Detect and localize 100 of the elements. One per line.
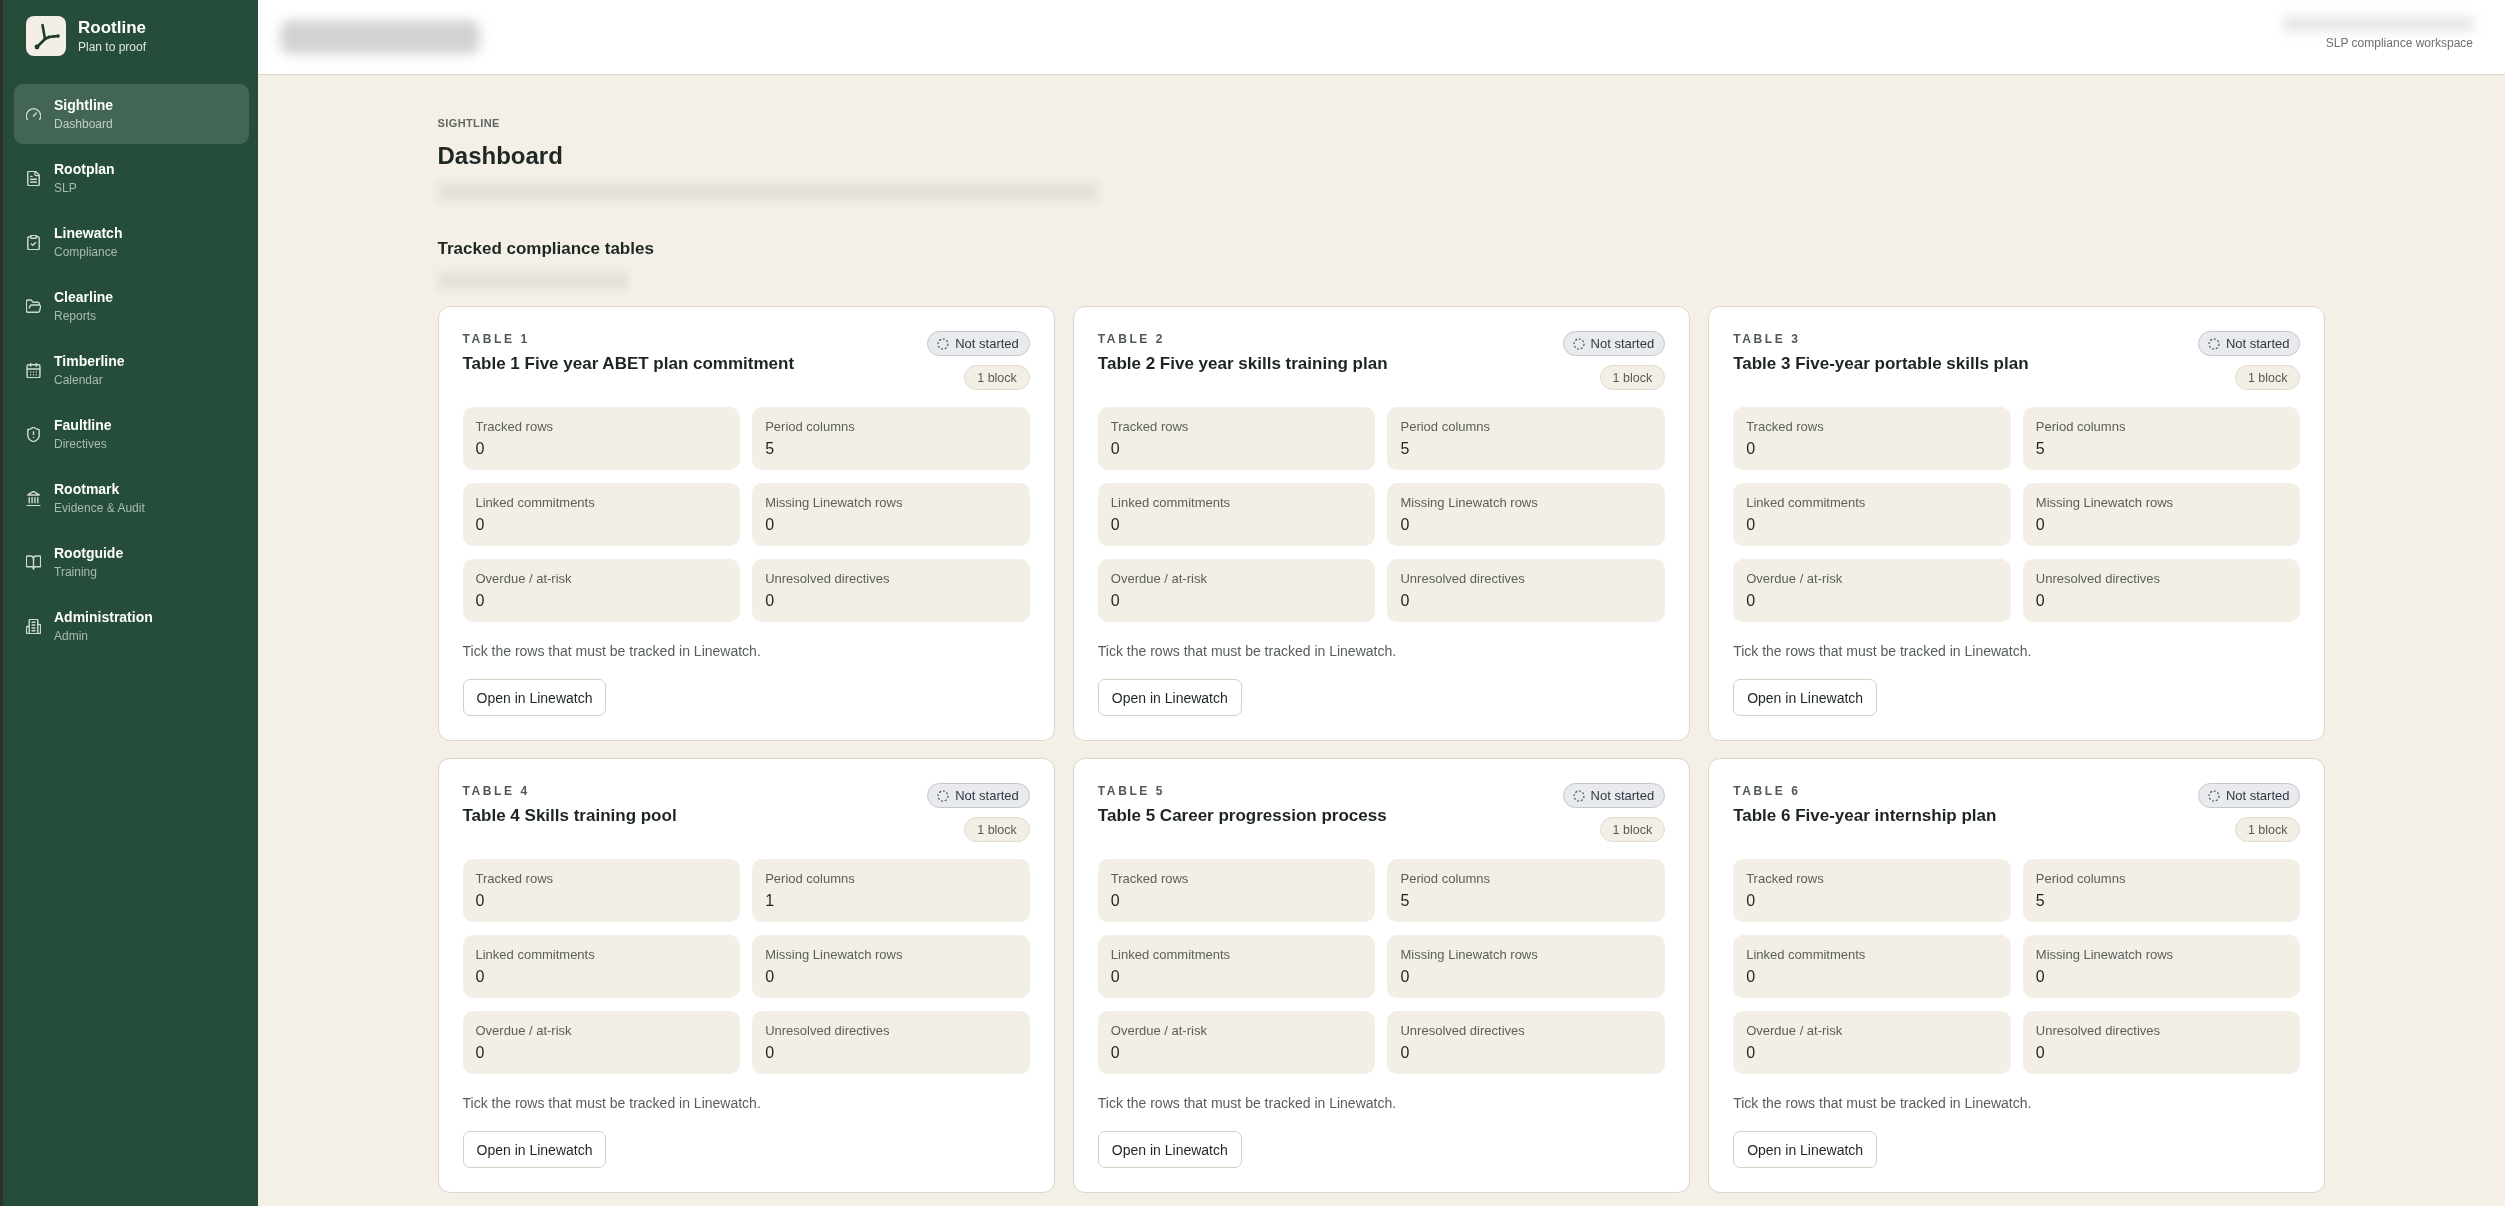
metric-value: 0 <box>475 967 485 987</box>
metric-value: 0 <box>765 515 775 535</box>
metric-value: 0 <box>1746 439 1756 459</box>
metric-label: Period columns <box>2035 870 2126 888</box>
metric-label: Unresolved directives <box>1400 570 1525 588</box>
bank-icon <box>26 490 41 506</box>
metric-label: Period columns <box>765 418 855 436</box>
metric-value: 5 <box>1400 439 1410 459</box>
metric-label: Linked commitments <box>1746 946 1866 964</box>
metric-label: Period columns <box>2035 418 2126 436</box>
nav-item[interactable]: Administration Admin <box>14 596 249 656</box>
card-note: Tick the rows that must be tracked in Linewatch. <box>1733 1094 2032 1113</box>
document-icon <box>26 170 41 186</box>
open-in-linewatch-button[interactable]: Open in Linewatch <box>1733 1131 1878 1168</box>
metric-value: 0 <box>765 1043 775 1063</box>
status-label: Not started <box>2225 335 2290 352</box>
metric-label: Unresolved directives <box>1400 1022 1525 1040</box>
status-label: Not started <box>955 787 1019 804</box>
metric-value: 5 <box>765 439 775 459</box>
metric-label: Linked commitments <box>1110 946 1231 964</box>
dashed-circle-icon <box>1572 337 1585 350</box>
metric-label: Tracked rows <box>1110 418 1189 436</box>
block-count-badge: 1 block <box>2234 365 2301 390</box>
metric-value: 0 <box>2035 967 2045 987</box>
metric-label: Missing Linewatch rows <box>765 946 903 964</box>
open-in-linewatch-button[interactable]: Open in Linewatch <box>462 1131 607 1168</box>
table-number-label: TABLE 5 <box>1097 783 1166 799</box>
metric-label: Linked commitments <box>1110 494 1231 512</box>
nav-item[interactable]: Rootmark Evidence & Audit <box>14 468 249 528</box>
metric-label: Tracked rows <box>1746 870 1824 888</box>
building-icon <box>26 618 41 634</box>
metric-value: 0 <box>1400 515 1410 535</box>
nav-item[interactable]: Rootplan SLP <box>14 148 249 208</box>
metric-value: 0 <box>1110 891 1120 911</box>
status-label: Not started <box>1590 787 1655 804</box>
shield-alert-icon <box>26 426 41 442</box>
brand-name: Rootline <box>78 17 147 38</box>
metric-label: Missing Linewatch rows <box>765 494 903 512</box>
metric-value: 0 <box>1110 515 1120 535</box>
folder-icon <box>26 298 41 314</box>
open-in-linewatch-button[interactable]: Open in Linewatch <box>462 679 607 716</box>
table-number-label: TABLE 2 <box>1097 331 1166 347</box>
metric-value: 0 <box>475 591 485 611</box>
metric-value: 5 <box>2035 891 2045 911</box>
metric-label: Unresolved directives <box>2035 1022 2161 1040</box>
block-count-badge: 1 block <box>1599 817 1666 842</box>
card-note: Tick the rows that must be tracked in Linewatch. <box>462 642 761 661</box>
metric-value: 1 <box>765 891 775 911</box>
metric-value: 0 <box>765 967 775 987</box>
metric-label: Unresolved directives <box>2035 570 2161 588</box>
book-open-icon <box>26 554 41 570</box>
metric-label: Period columns <box>1400 418 1491 436</box>
gauge-icon <box>26 106 41 122</box>
metric-label: Overdue / at-risk <box>1746 1022 1843 1040</box>
metric-value: 0 <box>475 439 485 459</box>
metric-value: 0 <box>2035 515 2045 535</box>
table-number-label: TABLE 1 <box>462 331 530 347</box>
metric-value: 0 <box>1110 1043 1120 1063</box>
block-count-badge: 1 block <box>964 817 1030 842</box>
metric-value: 0 <box>2035 591 2045 611</box>
metric-label: Tracked rows <box>1110 870 1189 888</box>
metric-label: Period columns <box>1400 870 1491 888</box>
open-in-linewatch-button[interactable]: Open in Linewatch <box>1097 679 1242 716</box>
metric-label: Linked commitments <box>475 494 595 512</box>
page-title: Dashboard <box>437 141 563 171</box>
nav-item[interactable]: Rootguide Training <box>14 532 249 592</box>
table-title: Table 5 Career progression process <box>1097 805 1387 827</box>
metric-value: 0 <box>765 591 775 611</box>
nav-item[interactable]: Linewatch Compliance <box>14 212 249 272</box>
status-label: Not started <box>2225 787 2290 804</box>
table-title: Table 1 Five year ABET plan commitment <box>462 353 795 375</box>
dashed-circle-icon <box>937 337 950 350</box>
brand-tagline: Plan to proof <box>78 39 147 55</box>
metric-value: 0 <box>2035 1043 2045 1063</box>
metric-label: Unresolved directives <box>765 1022 890 1040</box>
card-note: Tick the rows that must be tracked in Linewatch. <box>1097 642 1397 661</box>
nav-item[interactable]: Clearline Reports <box>14 276 249 336</box>
nav-item[interactable]: Timberline Calendar <box>14 340 249 400</box>
open-in-linewatch-button[interactable]: Open in Linewatch <box>1097 1131 1242 1168</box>
metric-value: 5 <box>1400 891 1410 911</box>
metric-value: 0 <box>1110 591 1120 611</box>
card-note: Tick the rows that must be tracked in Linewatch. <box>462 1094 761 1113</box>
metric-label: Linked commitments <box>1746 494 1866 512</box>
nav-item[interactable]: Faultline Directives <box>14 404 249 464</box>
metric-label: Linked commitments <box>475 946 595 964</box>
dashed-circle-icon <box>2207 789 2220 802</box>
metric-label: Overdue / at-risk <box>1110 1022 1207 1040</box>
open-in-linewatch-button[interactable]: Open in Linewatch <box>1733 679 1878 716</box>
metric-label: Tracked rows <box>475 870 554 888</box>
table-title: Table 4 Skills training pool <box>462 805 677 827</box>
metric-value: 0 <box>475 891 485 911</box>
card-note: Tick the rows that must be tracked in Linewatch. <box>1097 1094 1397 1113</box>
workspace-label: SLP compliance workspace <box>2325 35 2473 51</box>
metric-label: Overdue / at-risk <box>1746 570 1843 588</box>
logo-icon <box>26 16 66 56</box>
nav-item[interactable]: Sightline Dashboard <box>14 84 249 144</box>
table-title: Table 2 Five year skills training plan <box>1097 353 1388 375</box>
calendar-icon <box>26 362 41 378</box>
metric-label: Missing Linewatch rows <box>1400 494 1538 512</box>
status-label: Not started <box>1590 335 1655 352</box>
